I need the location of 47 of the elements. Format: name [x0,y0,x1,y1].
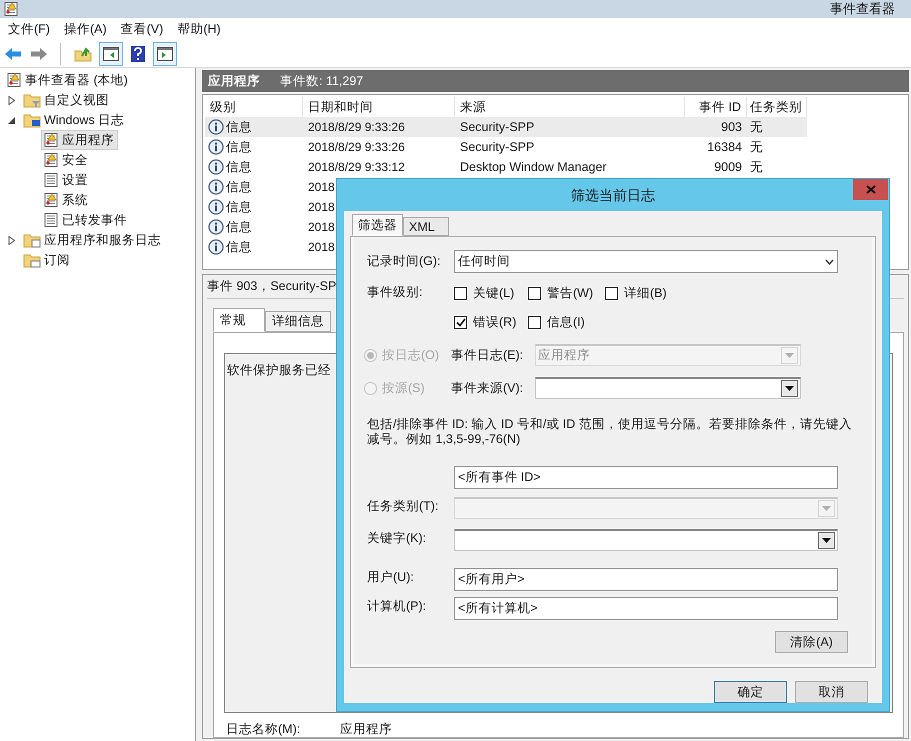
field-label: 计算机(P): [367,598,428,615]
field-label: 关键字(K): [367,530,428,547]
event-count: 事件数: 11,297 [280,72,364,90]
table-cell: 无 [750,140,763,154]
field-label: 事件来源(V): [451,380,524,397]
field-label: 事件日志(E): [451,346,524,364]
table-cell-text: 信息 [226,118,252,136]
radio-label: 按日志(O) [382,346,440,364]
table-cell-text: 信息 [226,238,252,256]
checkbox-label: 警告(W) [547,285,594,302]
checkbox-label: 详细(B) [624,285,667,302]
table-cell: 9009 [714,160,742,174]
field-value: 应用程序 [340,721,392,737]
checkbox-label: 关键(L) [473,285,514,302]
field-label: 事件级别: [367,284,424,301]
table-cell: 2018/8/29 9:33:26 [308,120,405,134]
table-cell: 2018 [308,200,335,214]
radio-label: 按源(S) [382,380,425,397]
table-cell-text: 信息 [226,158,252,176]
checkbox-label: 信息(I) [547,314,585,332]
table-cell-text: 信息 [226,198,252,216]
table-cell: 2018 [308,180,335,194]
event-message: 软件保护服务已经 [227,363,331,377]
table-cell: Desktop Window Manager [460,160,607,174]
field-label: 用户(U): [367,569,415,586]
log-name: 应用程序 [208,72,260,90]
table-cell: 无 [750,160,763,174]
field-label: 日志名称(M): [226,721,300,737]
table-cell: 2018/8/29 9:33:12 [308,160,405,174]
hint-text: 包括/排除事件 ID: 输入 ID 号和/或 ID 范围，使用逗号分隔。若要排除条件，请先键入减号。例如 1,3,5-99,-76(N) [367,417,853,447]
table-cell: 903 [721,120,742,134]
table-cell: Security-SPP [460,140,534,154]
table-cell: 2018 [308,240,335,254]
window-title: 事件查看器 [830,0,895,18]
table-cell: 无 [750,120,763,134]
table-cell-text: 信息 [226,218,252,236]
table-cell-text: 信息 [226,138,252,156]
table-cell: Security-SPP [460,120,534,134]
table-cell: 16384 [707,140,742,154]
table-cell: 2018 [308,220,335,234]
field-label: 任务类别(T): [367,498,440,515]
dialog-title: 筛选当前日志 [571,186,655,204]
table-cell: 2018/8/29 9:33:26 [308,140,405,154]
table-cell-text: 信息 [226,178,252,196]
field-label: 记录时间(G): [367,253,442,270]
event-title: 事件 903，Security-SP [207,278,336,296]
checkbox-label: 错误(R) [473,314,516,332]
